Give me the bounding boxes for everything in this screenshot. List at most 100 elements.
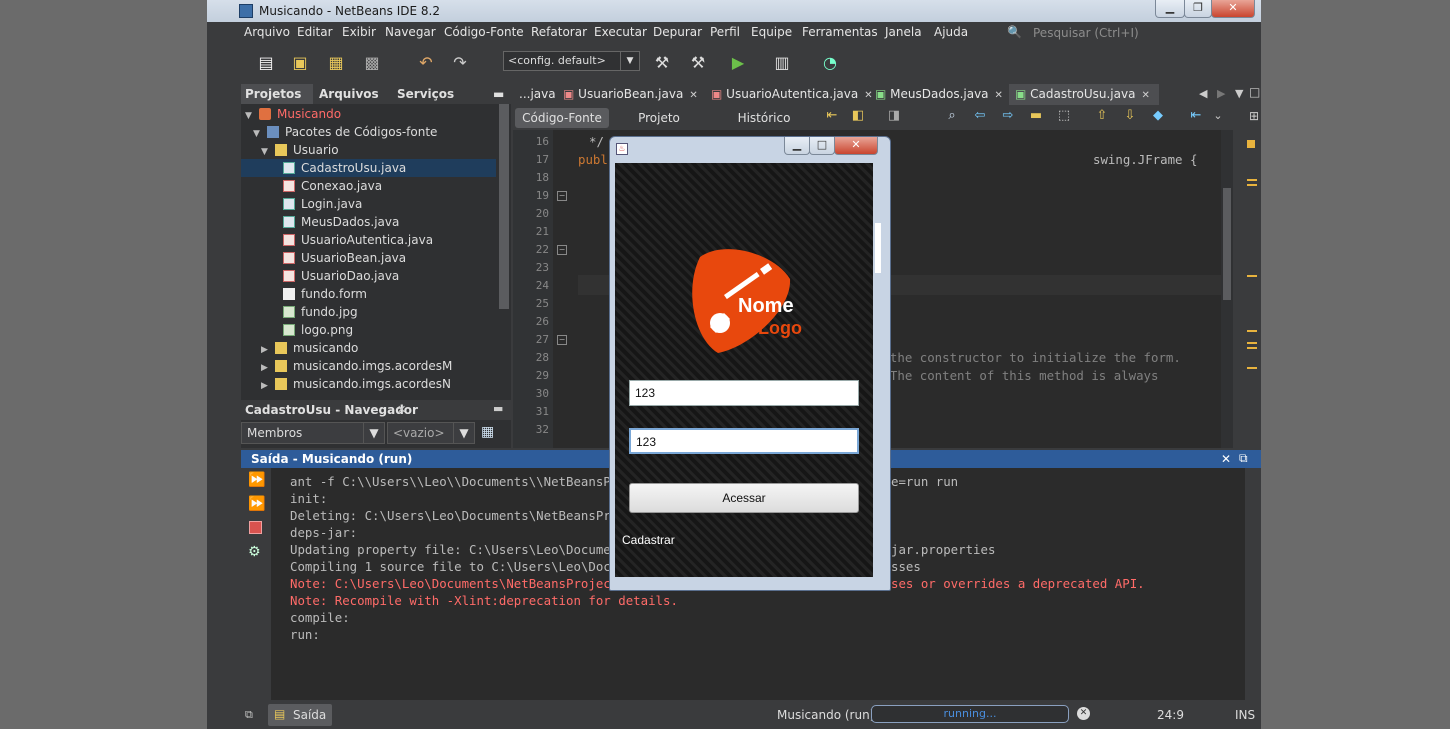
tab-usuarioautentica[interactable]: ▣ UsuarioAutentica.java ✕ <box>705 84 873 105</box>
menu-ferramentas[interactable]: Ferramentas <box>802 25 878 39</box>
dialog-minimize-button[interactable]: ▁ <box>784 137 810 155</box>
tree-item-usuariobean[interactable]: UsuarioBean.java <box>283 249 406 267</box>
menu-refatorar[interactable]: Refatorar <box>531 25 587 39</box>
tree-item-usuarioautentica[interactable]: UsuarioAutentica.java <box>283 231 433 249</box>
tree-item-usuariodao[interactable]: UsuarioDao.java <box>283 267 399 285</box>
toggle-bookmark-icon[interactable]: ◆ <box>1147 105 1169 127</box>
close-icon[interactable]: ✕ <box>689 90 697 101</box>
scroll-left-icon[interactable]: ◀ <box>1199 87 1207 100</box>
dialog-scrollbar-thumb[interactable] <box>875 223 881 273</box>
tab-usuariobean[interactable]: ▣ UsuarioBean.java ✕ <box>557 84 707 105</box>
menu-exibir[interactable]: Exibir <box>342 25 376 39</box>
shift-left-icon[interactable]: ⇤ <box>1185 105 1207 127</box>
tab-codigo-fonte[interactable]: Código-Fonte <box>515 108 609 128</box>
clean-build-icon[interactable]: ⚒ <box>687 52 709 74</box>
restore-windows-icon[interactable]: ⧉ <box>245 708 253 722</box>
tree-item-conexao[interactable]: Conexao.java <box>283 177 382 195</box>
build-icon[interactable]: ⚒ <box>651 52 673 74</box>
restore-panel-icon[interactable]: ⧉ <box>1239 451 1248 466</box>
close-icon[interactable]: ✕ <box>1141 90 1149 101</box>
output-window-button[interactable]: ▤ Saída <box>268 704 332 726</box>
prev-bookmark-icon[interactable]: ⇧ <box>1091 105 1113 127</box>
search-input[interactable]: Pesquisar (Ctrl+I) <box>1033 26 1139 40</box>
tree-item-fundo-jpg[interactable]: fundo.jpg <box>283 303 358 321</box>
scroll-right-icon[interactable]: ▶ <box>1217 87 1225 100</box>
cancel-process-icon[interactable]: ✕ <box>1077 707 1090 720</box>
rerun-icon[interactable]: ⏩ <box>248 472 265 488</box>
next-bookmark-icon[interactable]: ⇩ <box>1119 105 1141 127</box>
shift-right-icon[interactable]: ⌄ <box>1207 105 1229 127</box>
new-file-icon[interactable]: ▤ <box>255 52 277 74</box>
menu-equipe[interactable]: Equipe <box>751 25 792 39</box>
menu-editar[interactable]: Editar <box>297 25 333 39</box>
stop-icon[interactable] <box>249 521 262 534</box>
config-select[interactable]: <config. default> ▼ <box>503 51 640 71</box>
new-project-icon[interactable]: ▣ <box>289 52 311 74</box>
menu-arquivo[interactable]: Arquivo <box>244 25 290 39</box>
close-icon[interactable]: ✕ <box>397 403 406 416</box>
close-icon[interactable]: ✕ <box>1221 452 1231 466</box>
editor-scrollbar-thumb[interactable] <box>1223 188 1231 300</box>
menu-depurar[interactable]: Depurar <box>653 25 702 39</box>
fold-marker[interactable]: − <box>557 191 567 201</box>
maximize-button[interactable]: ❐ <box>1184 0 1212 18</box>
menu-ajuda[interactable]: Ajuda <box>934 25 968 39</box>
find-icon[interactable]: ⌕ <box>941 105 963 127</box>
run-icon[interactable]: ▶ <box>727 52 749 74</box>
toggle-rect-selection-icon[interactable]: ⬚ <box>1053 105 1075 127</box>
members-dropdown-arrow[interactable]: ▼ <box>363 422 385 444</box>
access-button[interactable]: Acessar <box>629 483 859 513</box>
menu-codigo-fonte[interactable]: Código-Fonte <box>444 25 524 39</box>
toggle-highlight-icon[interactable]: ▬ <box>1025 105 1047 127</box>
tree-item-logo-png[interactable]: logo.png <box>283 321 353 339</box>
tree-item-meusdados[interactable]: MeusDados.java <box>283 213 399 231</box>
tab-meusdados[interactable]: ▣ MeusDados.java ✕ <box>869 84 1011 105</box>
close-button[interactable]: ✕ <box>1211 0 1255 18</box>
forward-icon[interactable]: ◨ <box>883 105 905 127</box>
tree-item-cadastrousu[interactable]: CadastroUsu.java <box>241 159 496 177</box>
tree-item-source-packages[interactable]: ▼ Pacotes de Códigos-fonte <box>253 123 437 141</box>
editor-scrollbar[interactable] <box>1221 130 1233 448</box>
minimize-button[interactable]: ▁ <box>1155 0 1185 18</box>
dialog-maximize-button[interactable]: □ <box>809 137 835 155</box>
tab-cadastrousu[interactable]: ▣ CadastroUsu.java ✕ <box>1009 84 1159 105</box>
password-field[interactable]: 123 <box>629 428 859 454</box>
find-previous-icon[interactable]: ⇦ <box>969 105 991 127</box>
save-all-icon[interactable]: ▩ <box>361 52 383 74</box>
tree-item-package-usuario[interactable]: ▼ Usuario <box>261 141 339 159</box>
profile-icon[interactable]: ◔ <box>819 52 841 74</box>
tab-historico[interactable]: Histórico <box>709 108 819 128</box>
fold-marker[interactable]: − <box>557 335 567 345</box>
filter-options-icon[interactable]: ▦ <box>481 424 494 440</box>
fold-marker[interactable]: − <box>557 245 567 255</box>
tab-projeto[interactable]: Projeto <box>609 108 709 128</box>
register-link[interactable]: Cadastrar <box>622 533 675 547</box>
back-icon[interactable]: ◧ <box>847 105 869 127</box>
tab-projetos[interactable]: Projetos <box>241 84 313 104</box>
menu-perfil[interactable]: Perfil <box>710 25 740 39</box>
tree-item-package-acordesm[interactable]: ▶ musicando.imgs.acordesM <box>261 357 452 375</box>
tab-arquivos[interactable]: Arquivos <box>315 84 391 104</box>
undo-icon[interactable]: ↶ <box>415 52 437 74</box>
settings-icon[interactable]: ⚙ <box>248 544 261 560</box>
tab-list-icon[interactable]: ▼ <box>1235 87 1243 100</box>
open-project-icon[interactable]: ▦ <box>325 52 347 74</box>
tree-scrollbar[interactable] <box>499 104 509 309</box>
redo-icon[interactable]: ↷ <box>449 52 471 74</box>
maximize-editor-icon[interactable]: □ <box>1249 85 1260 99</box>
filter-dropdown-arrow[interactable]: ▼ <box>453 422 475 444</box>
split-editor-icon[interactable]: ⊞ <box>1243 105 1261 127</box>
tree-item-package-acordesn[interactable]: ▶ musicando.imgs.acordesN <box>261 375 451 393</box>
tree-item-fundo-form[interactable]: fundo.form <box>283 285 367 303</box>
rerun-with-params-icon[interactable]: ⏩ <box>248 496 265 512</box>
menu-navegar[interactable]: Navegar <box>385 25 436 39</box>
last-edit-icon[interactable]: ⇤ <box>821 105 843 127</box>
debug-icon[interactable]: ▥ <box>771 52 793 74</box>
tree-item-login[interactable]: Login.java <box>283 195 362 213</box>
minimize-panel-icon[interactable]: ▬ <box>489 84 508 104</box>
tree-item-project[interactable]: ▼ Musicando <box>245 105 341 123</box>
minimize-panel-icon[interactable]: ▬ <box>493 402 503 415</box>
tree-item-package-musicando[interactable]: ▶ musicando <box>261 339 358 357</box>
close-icon[interactable]: ✕ <box>995 90 1003 101</box>
find-next-icon[interactable]: ⇨ <box>997 105 1019 127</box>
